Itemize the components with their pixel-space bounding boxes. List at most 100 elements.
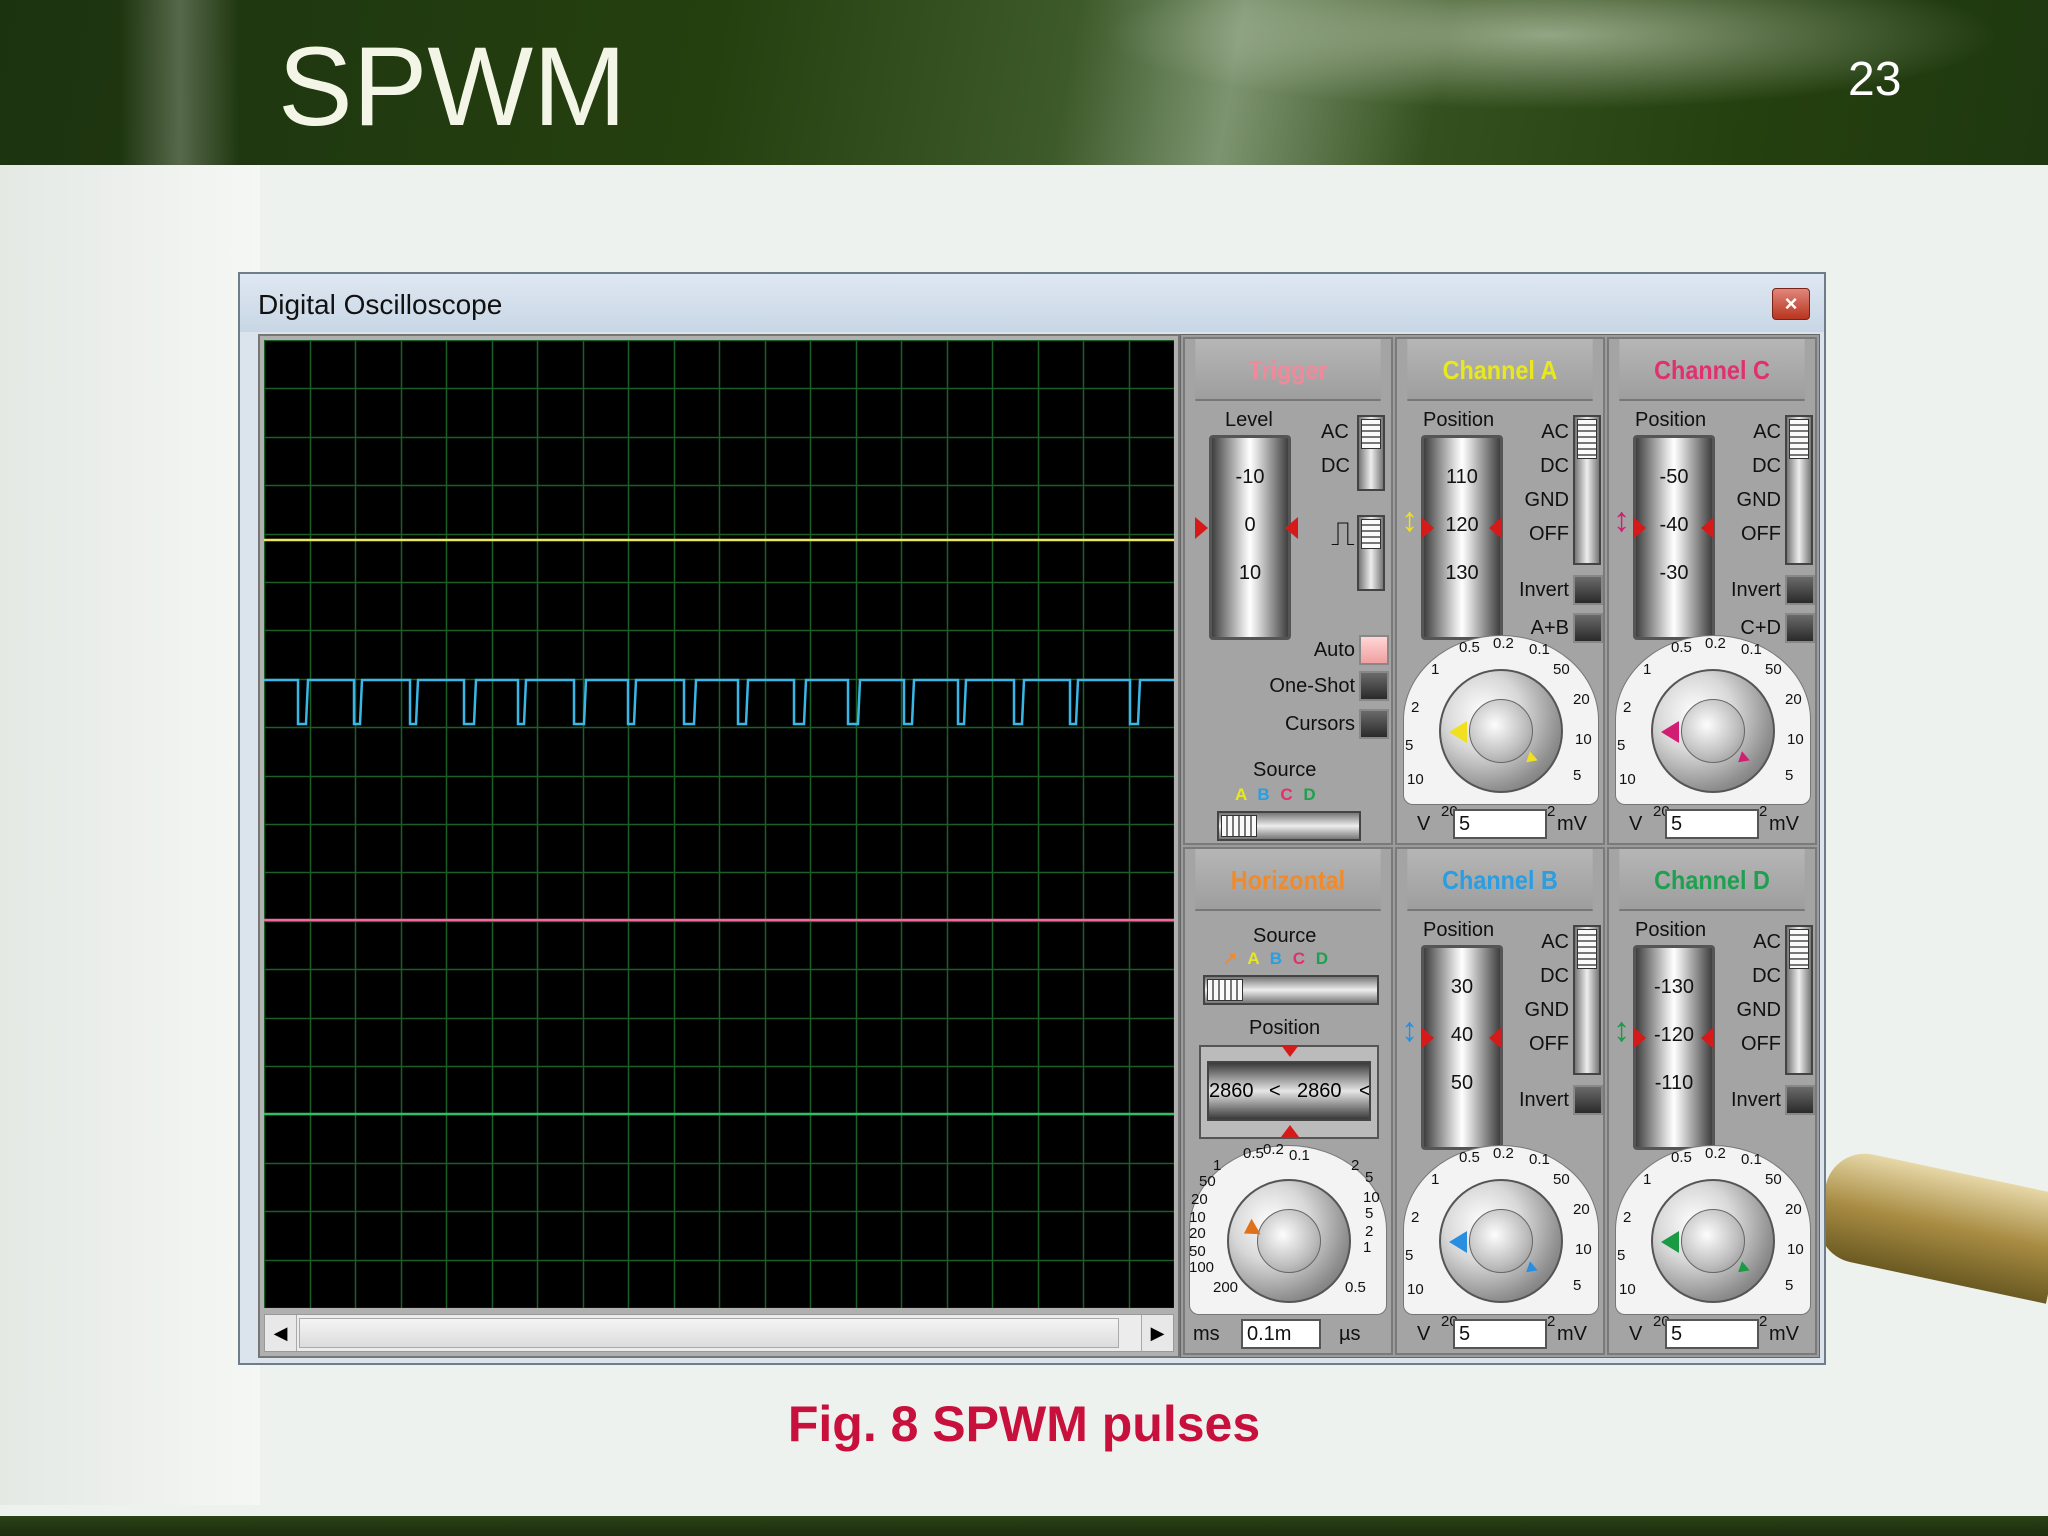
close-icon[interactable]: ×	[1772, 288, 1810, 320]
bottom-bar	[0, 1516, 2048, 1536]
channel-a-invert-label: Invert	[1518, 579, 1569, 601]
channel-a-section: Channel A Position 110 120 130 ↕ AC DC GND OFF Inv…	[1395, 337, 1605, 845]
trigger-level-drum[interactable]: -10 0 10	[1209, 435, 1291, 640]
trigger-source-slider[interactable]	[1217, 811, 1361, 841]
channel-d-invert-button[interactable]	[1785, 1085, 1815, 1115]
channel-a-combine-button[interactable]	[1573, 613, 1603, 643]
channel-c-combine-button[interactable]	[1785, 613, 1815, 643]
channel-a-coupling-label: DC	[1540, 455, 1569, 477]
background-book-page	[0, 165, 260, 1505]
trigger-level-tick: 0	[1244, 514, 1256, 536]
trigger-auto-button[interactable]	[1359, 635, 1389, 665]
channel-a-coupling-label: GND	[1524, 489, 1569, 511]
horizontal-knob-tick: 0.2	[1263, 1141, 1284, 1158]
horizontal-position-drum[interactable]: 2860 < 2860 <	[1207, 1061, 1371, 1121]
scope-display-frame: ◀ ▶	[258, 334, 1180, 1358]
channel-d-coupling-label: DC	[1752, 965, 1781, 987]
channel-c-position-marker-right	[1701, 517, 1714, 539]
channel-d-position-arrow-icon: ↕	[1613, 1011, 1630, 1049]
horizontal-position-right-arrow: <	[1359, 1080, 1371, 1102]
scroll-right-icon[interactable]: ▶	[1141, 1315, 1173, 1351]
channel-d-coupling-switch[interactable]	[1785, 925, 1813, 1075]
channel-a-knob-tick: 5	[1405, 737, 1414, 754]
horizontal-knob-tick: 20	[1189, 1225, 1206, 1242]
source-letter-a: A	[1247, 949, 1259, 968]
horizontal-position-box[interactable]: 2860 < 2860 <	[1199, 1045, 1379, 1139]
channel-d-position-marker-left	[1633, 1027, 1646, 1049]
trigger-edge-switch[interactable]	[1357, 515, 1385, 591]
horizontal-scrollbar[interactable]: ◀ ▶	[264, 1314, 1174, 1352]
channel-a-knob-tick: 2	[1411, 699, 1420, 716]
channel-a-position-marker-right	[1489, 517, 1502, 539]
horizontal-section: Horizontal Source ↗ A B C D Position 286…	[1183, 847, 1393, 1355]
channel-b-header: Channel B	[1407, 849, 1593, 911]
channel-d-unit-right: mV	[1769, 1323, 1799, 1345]
channel-d-knob-tick: 10	[1619, 1281, 1636, 1298]
oscilloscope-window: Digital Oscilloscope × ◀ ▶ Trigger Level…	[238, 272, 1826, 1365]
channel-b-value-input[interactable]: 5	[1453, 1319, 1547, 1349]
channel-b-knob-tick: 5	[1405, 1247, 1414, 1264]
horizontal-unit-right: µs	[1339, 1323, 1361, 1345]
title-banner: SPWM 23	[0, 0, 2048, 165]
channel-b-invert-button[interactable]	[1573, 1085, 1603, 1115]
channel-a-volts-knob[interactable]	[1439, 669, 1563, 793]
channel-a-coupling-switch[interactable]	[1573, 415, 1601, 565]
channel-c-knob-tick: 2	[1623, 699, 1632, 716]
horizontal-knob-tick: 50	[1199, 1173, 1216, 1190]
channel-b-knob-tick: 2	[1411, 1209, 1420, 1226]
source-letter-c: C	[1280, 785, 1293, 804]
horizontal-knob-tick: 20	[1191, 1191, 1208, 1208]
channel-a-unit-right: mV	[1557, 813, 1587, 835]
channel-a-value-input[interactable]: 5	[1453, 809, 1547, 839]
channel-c-knob-cap	[1681, 699, 1745, 763]
scope-grid	[263, 339, 1176, 1310]
channel-b-coupling-label: AC	[1541, 931, 1569, 953]
channel-b-coupling-switch[interactable]	[1573, 925, 1601, 1075]
channel-c-knob-tick: 1	[1643, 661, 1652, 678]
trigger-cursors-button[interactable]	[1359, 709, 1389, 739]
channel-d-coupling-label: AC	[1753, 931, 1781, 953]
channel-a-knob-cap	[1469, 699, 1533, 763]
scroll-thumb[interactable]	[299, 1318, 1119, 1348]
trigger-level-marker-right	[1285, 517, 1298, 539]
channel-c-coupling-label: AC	[1753, 421, 1781, 443]
trigger-coupling-switch[interactable]	[1357, 415, 1385, 491]
trigger-one-shot-button[interactable]	[1359, 671, 1389, 701]
channel-a-knob-tick: 0.1	[1529, 641, 1550, 658]
channel-b-knob-fine-pointer	[1522, 1261, 1538, 1277]
channel-d-section: Channel D Position -130 -120 -110 ↕ AC DC GND OFF…	[1607, 847, 1817, 1355]
channel-d-volts-knob[interactable]	[1651, 1179, 1775, 1303]
channel-c-position-tick: -30	[1659, 562, 1689, 584]
horizontal-timebase-knob[interactable]	[1227, 1179, 1351, 1303]
channel-d-unit-left: V	[1629, 1323, 1643, 1345]
channel-c-volts-knob[interactable]	[1651, 669, 1775, 793]
channel-d-knob-tick: 0.1	[1741, 1151, 1762, 1168]
horizontal-knob-tick: 0.5	[1345, 1279, 1366, 1296]
channel-c-position-label: Position	[1635, 409, 1707, 431]
channel-b-invert-label: Invert	[1518, 1089, 1569, 1111]
channel-d-knob-tick: 20	[1785, 1201, 1802, 1218]
channel-c-invert-label: Invert	[1730, 579, 1781, 601]
horizontal-source-slider[interactable]	[1203, 975, 1379, 1005]
channel-c-invert-button[interactable]	[1785, 575, 1815, 605]
window-titlebar[interactable]: Digital Oscilloscope ×	[240, 274, 1824, 332]
horizontal-value-input[interactable]: 0.1m	[1241, 1319, 1321, 1349]
channel-b-position-marker-left	[1421, 1027, 1434, 1049]
channel-b-volts-knob[interactable]	[1439, 1179, 1563, 1303]
channel-c-value-input[interactable]: 5	[1665, 809, 1759, 839]
scroll-left-icon[interactable]: ◀	[265, 1315, 297, 1351]
channel-d-position-tick: -130	[1653, 976, 1695, 998]
slide-title: SPWM	[278, 24, 627, 149]
channel-a-knob-pointer	[1449, 721, 1467, 743]
channel-a-knob-tick: 0.2	[1493, 635, 1514, 652]
channel-d-value-input[interactable]: 5	[1665, 1319, 1759, 1349]
channel-a-invert-button[interactable]	[1573, 575, 1603, 605]
trigger-edge-icon: ⎍	[1331, 515, 1355, 553]
source-letter-c: C	[1292, 949, 1306, 968]
source-letter-b: B	[1257, 785, 1270, 804]
channel-a-position-label: Position	[1423, 409, 1495, 431]
channel-b-knob-tick: 50	[1553, 1171, 1570, 1188]
channel-c-coupling-switch[interactable]	[1785, 415, 1813, 565]
channel-c-knob-tick: 10	[1619, 771, 1636, 788]
channel-d-knob-tick: 5	[1617, 1247, 1626, 1264]
